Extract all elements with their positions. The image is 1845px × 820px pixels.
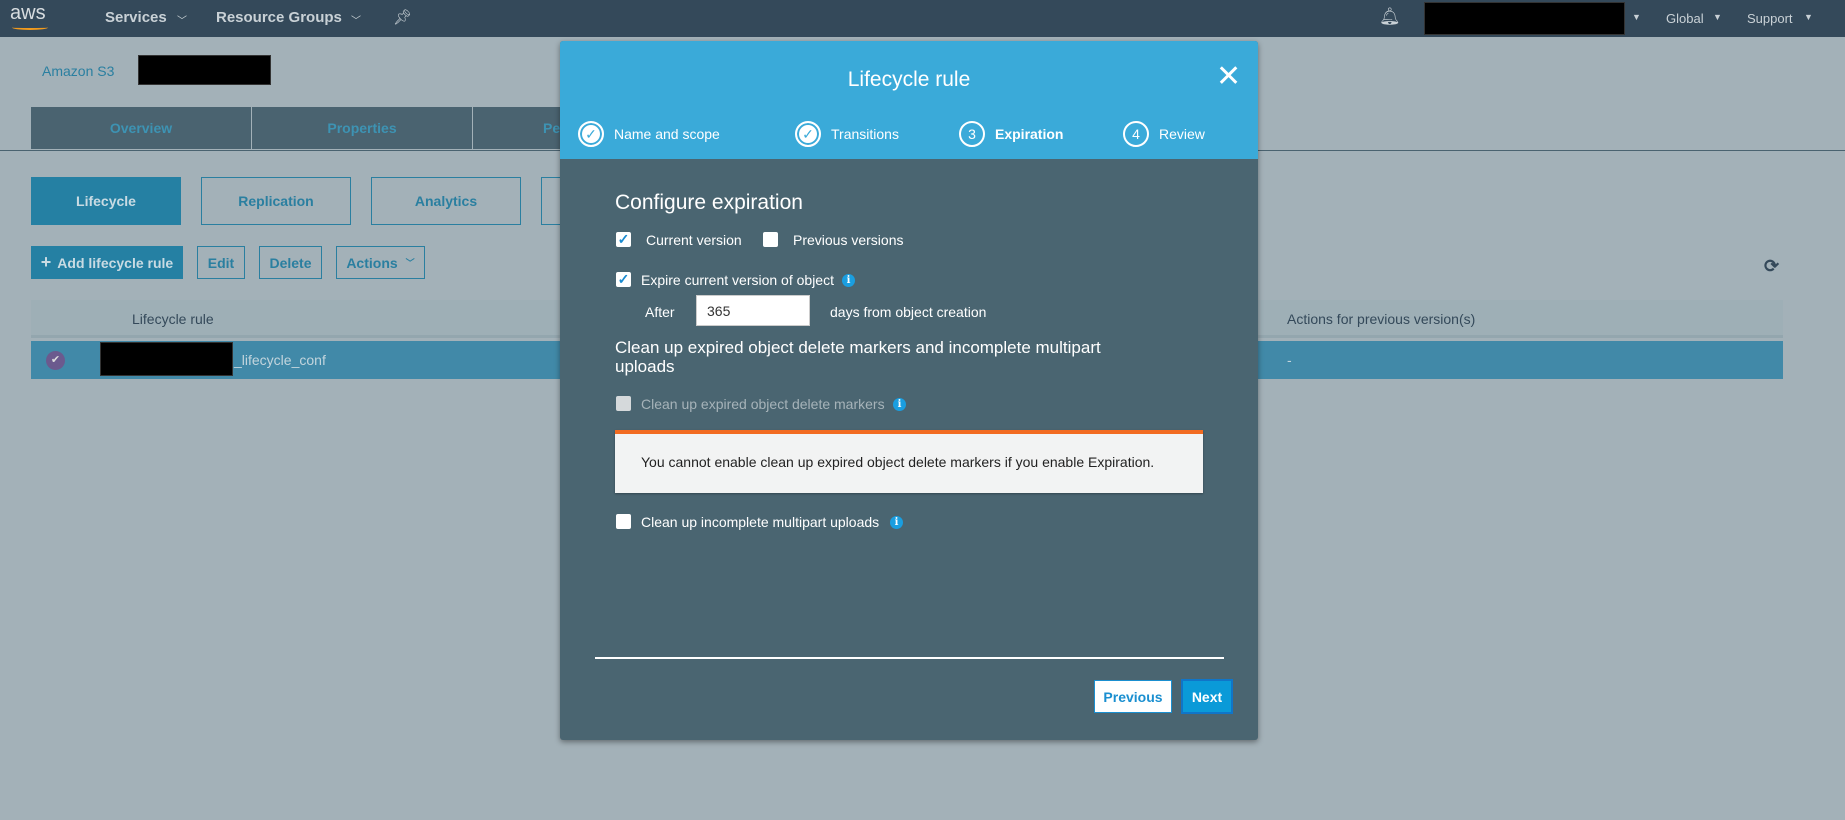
check-circle-icon: ✓ (795, 121, 821, 147)
pin-icon[interactable]: 📌︎ (393, 8, 412, 26)
expire-current-label: Expire current version of object (641, 272, 834, 288)
next-button[interactable]: Next (1181, 679, 1233, 714)
col-actions-previous[interactable]: Actions for previous version(s) (1287, 311, 1475, 327)
modal-header: Lifecycle rule ✕ ✓ Name and scope ✓ Transi… (560, 41, 1258, 159)
step-number: 4 (1123, 121, 1149, 147)
services-menu[interactable]: Services (105, 9, 167, 26)
plus-icon: + (40, 252, 52, 272)
tab-properties[interactable]: Properties (252, 107, 473, 149)
aws-logo[interactable]: aws (10, 2, 46, 25)
cleanup-multipart-label: Clean up incomplete multipart uploads (641, 514, 880, 530)
footer-divider (595, 657, 1224, 659)
modal-title: Lifecycle rule (847, 68, 971, 91)
bell-icon[interactable]: 🔔︎ (1379, 7, 1401, 27)
section-heading: Configure expiration (615, 191, 803, 214)
days-suffix-label: days from object creation (830, 304, 987, 320)
region-menu[interactable]: Global (1666, 11, 1704, 26)
tab-overview[interactable]: Overview (31, 107, 252, 149)
col-lifecycle-rule[interactable]: Lifecycle rule (132, 311, 214, 327)
cleanup-markers-checkbox[interactable] (616, 396, 631, 411)
step-label: Expiration (995, 126, 1064, 142)
top-nav: aws Services ﹀ Resource Groups ﹀ 📌︎ 🔔︎ ▼… (0, 0, 1845, 37)
resource-groups-menu[interactable]: Resource Groups (216, 9, 342, 26)
step-transitions[interactable]: ✓ Transitions (795, 121, 899, 147)
step-label: Transitions (831, 126, 899, 142)
step-label: Review (1159, 126, 1205, 142)
info-icon[interactable]: i (893, 398, 906, 411)
chevron-down-icon: ﹀ (405, 258, 415, 268)
chevron-down-icon: ﹀ (177, 16, 187, 27)
previous-versions-checkbox[interactable] (763, 232, 778, 247)
current-version-checkbox[interactable]: ✓ (616, 232, 631, 247)
row-selected-check-icon[interactable]: ✔ (46, 351, 65, 370)
step-expiration[interactable]: 3 Expiration (959, 121, 1063, 147)
prev-actions-cell: - (1287, 352, 1292, 368)
edit-button[interactable]: Edit (197, 246, 245, 279)
caret-down-icon: ▼ (1713, 12, 1722, 22)
cleanup-multipart-checkbox[interactable] (616, 514, 631, 529)
caret-down-icon: ▼ (1804, 12, 1813, 22)
refresh-icon[interactable]: ⟳ (1764, 256, 1779, 277)
step-number: 3 (959, 121, 985, 147)
check-circle-icon: ✓ (578, 121, 604, 147)
current-version-label: Current version (646, 232, 742, 248)
breadcrumb-amazon-s3[interactable]: Amazon S3 (42, 63, 114, 79)
alert-text: You cannot enable clean up expired objec… (641, 454, 1155, 470)
rule-name-redacted (100, 342, 233, 376)
previous-versions-label: Previous versions (793, 232, 904, 248)
add-lifecycle-rule-button[interactable]: + Add lifecycle rule (31, 246, 183, 279)
step-name-and-scope[interactable]: ✓ Name and scope (578, 121, 720, 147)
chevron-down-icon: ﹀ (351, 16, 361, 27)
step-label: Name and scope (614, 126, 720, 142)
info-icon[interactable]: i (890, 516, 903, 529)
delete-button[interactable]: Delete (259, 246, 322, 279)
step-review[interactable]: 4 Review (1123, 121, 1205, 147)
warning-alert: You cannot enable clean up expired objec… (615, 430, 1203, 493)
subtab-lifecycle[interactable]: Lifecycle (31, 177, 181, 225)
rule-name-suffix: _lifecycle_conf (234, 352, 326, 368)
caret-down-icon: ▼ (1632, 12, 1641, 22)
subtab-replication[interactable]: Replication (201, 177, 351, 225)
expiration-days-input[interactable] (696, 295, 810, 326)
lifecycle-rule-modal: Lifecycle rule ✕ ✓ Name and scope ✓ Transi… (560, 41, 1258, 740)
cleanup-heading: Clean up expired object delete markers a… (615, 338, 1101, 376)
after-label: After (645, 304, 675, 320)
info-icon[interactable]: i (842, 274, 855, 287)
aws-logo-smile (12, 25, 48, 30)
add-label: Add lifecycle rule (57, 254, 174, 271)
subtab-analytics[interactable]: Analytics (371, 177, 521, 225)
bucket-name-redacted (138, 55, 271, 85)
actions-button[interactable]: Actions ﹀ (336, 246, 425, 279)
previous-button[interactable]: Previous (1094, 680, 1172, 713)
account-menu-redacted[interactable] (1424, 2, 1625, 35)
cleanup-markers-label: Clean up expired object delete markers (641, 396, 885, 412)
support-menu[interactable]: Support (1747, 11, 1793, 26)
actions-label: Actions (346, 254, 398, 271)
expire-current-checkbox[interactable]: ✓ (616, 272, 631, 287)
close-icon[interactable]: ✕ (1216, 59, 1241, 94)
